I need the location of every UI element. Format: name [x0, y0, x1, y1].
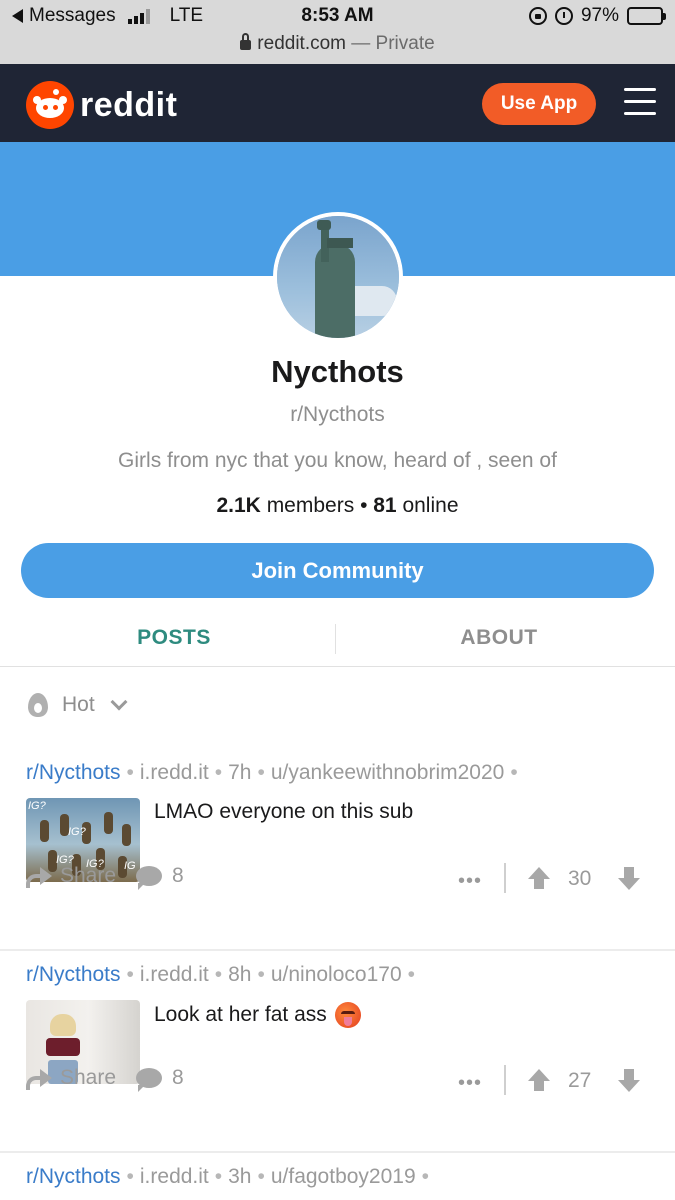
community-handle: r/Nycthots: [290, 403, 385, 426]
downvote-icon[interactable]: [618, 1069, 640, 1093]
rotation-lock-icon: [528, 7, 547, 25]
private-mode-label: — Private: [351, 33, 435, 54]
comment-icon: [136, 1068, 162, 1092]
online-label: online: [402, 494, 459, 517]
url-domain: reddit.com: [257, 33, 346, 54]
post-subreddit-link[interactable]: r/Nycthots: [26, 963, 121, 986]
reddit-wordmark: reddit: [80, 85, 178, 124]
battery-icon: [627, 7, 666, 25]
more-options-icon[interactable]: •••: [458, 870, 482, 893]
post-divider: [0, 949, 675, 951]
stats-separator: •: [360, 494, 374, 517]
community-avatar: [273, 212, 403, 342]
more-options-icon[interactable]: •••: [458, 1072, 482, 1095]
comments-button[interactable]: 8: [136, 1066, 184, 1092]
share-label: Share: [60, 1066, 117, 1089]
community-stats: 2.1K members • 81 online: [0, 494, 675, 518]
community-description: Girls from nyc that you know, heard of ,…: [118, 449, 557, 472]
comment-count: 8: [172, 1066, 184, 1089]
post-age: 7h: [228, 761, 252, 784]
share-icon: [26, 866, 52, 888]
comment-icon: [136, 866, 162, 890]
comments-button[interactable]: 8: [136, 864, 184, 890]
community-name: Nycthots: [271, 354, 404, 389]
upvote-icon[interactable]: [528, 867, 550, 891]
snoo-icon: [26, 81, 74, 129]
comment-count: 8: [172, 864, 184, 887]
post-age: 8h: [228, 963, 252, 986]
post-domain[interactable]: i.redd.it: [140, 963, 209, 986]
post-actions: Share 8 ••• 30: [26, 863, 646, 904]
upvote-icon[interactable]: [528, 1069, 550, 1093]
downvote-icon[interactable]: [618, 867, 640, 891]
post-title-text: Look at her fat ass: [154, 1003, 327, 1026]
online-count: 81: [373, 494, 397, 517]
share-button[interactable]: Share: [26, 1066, 116, 1090]
vote-score: 27: [568, 1069, 592, 1092]
join-community-button[interactable]: Join Community: [21, 543, 654, 598]
ios-status-bar: Messages LTE 8:53 AM 97% reddit.com — Pr…: [0, 0, 675, 64]
url-bar[interactable]: reddit.com — Private: [0, 33, 675, 55]
thumb-label: IG?: [28, 800, 46, 812]
chevron-down-icon: [110, 693, 128, 711]
post-domain[interactable]: i.redd.it: [140, 1165, 209, 1188]
post-meta: r/Nycthots • i.redd.it • 3h • u/fagotboy2019 •: [26, 1165, 429, 1188]
post-author[interactable]: u/fagotboy2019: [271, 1165, 416, 1188]
post-meta: r/Nycthots • i.redd.it • 8h • u/ninoloco170 •: [26, 963, 415, 986]
post-author[interactable]: u/yankeewithnobrim2020: [271, 761, 504, 784]
sort-dropdown[interactable]: Hot: [28, 693, 128, 717]
flame-icon: [28, 693, 48, 717]
members-count: 2.1K: [216, 494, 261, 517]
share-button[interactable]: Share: [26, 864, 116, 888]
sort-label: Hot: [62, 693, 95, 716]
lock-icon: [240, 33, 252, 50]
post-title[interactable]: Look at her fat ass: [154, 1002, 361, 1028]
reddit-logo[interactable]: reddit: [26, 81, 177, 129]
actions-divider: [504, 1065, 506, 1095]
share-label: Share: [60, 864, 117, 887]
post-title-text: LMAO everyone on this sub: [154, 800, 414, 823]
alarm-icon: [554, 7, 573, 25]
post-meta: r/Nycthots • i.redd.it • 7h • u/yankeewithnobr…: [26, 761, 518, 784]
share-icon: [26, 1068, 52, 1090]
actions-divider: [504, 863, 506, 893]
post-actions: Share 8 ••• 27: [26, 1065, 646, 1106]
hamburger-menu-icon[interactable]: [624, 88, 656, 118]
post-subreddit-link[interactable]: r/Nycthots: [26, 1165, 121, 1188]
post-domain[interactable]: i.redd.it: [140, 761, 209, 784]
members-label: members: [266, 494, 355, 517]
post-divider: [0, 1151, 675, 1153]
community-tabs: POSTS ABOUT: [0, 612, 675, 667]
vote-score: 30: [568, 867, 592, 890]
post-title[interactable]: LMAO everyone on this sub: [154, 800, 413, 824]
post-author[interactable]: u/ninoloco170: [271, 963, 402, 986]
battery-percent: 97%: [580, 5, 619, 26]
thumb-label: IG?: [68, 826, 86, 838]
use-app-button[interactable]: Use App: [482, 83, 596, 125]
tab-posts[interactable]: POSTS: [0, 626, 348, 650]
hot-face-emoji-icon: [334, 1002, 361, 1028]
post-subreddit-link[interactable]: r/Nycthots: [26, 761, 121, 784]
tab-about[interactable]: ABOUT: [336, 626, 662, 650]
post-age: 3h: [228, 1165, 252, 1188]
reddit-header: reddit Use App: [0, 64, 675, 142]
